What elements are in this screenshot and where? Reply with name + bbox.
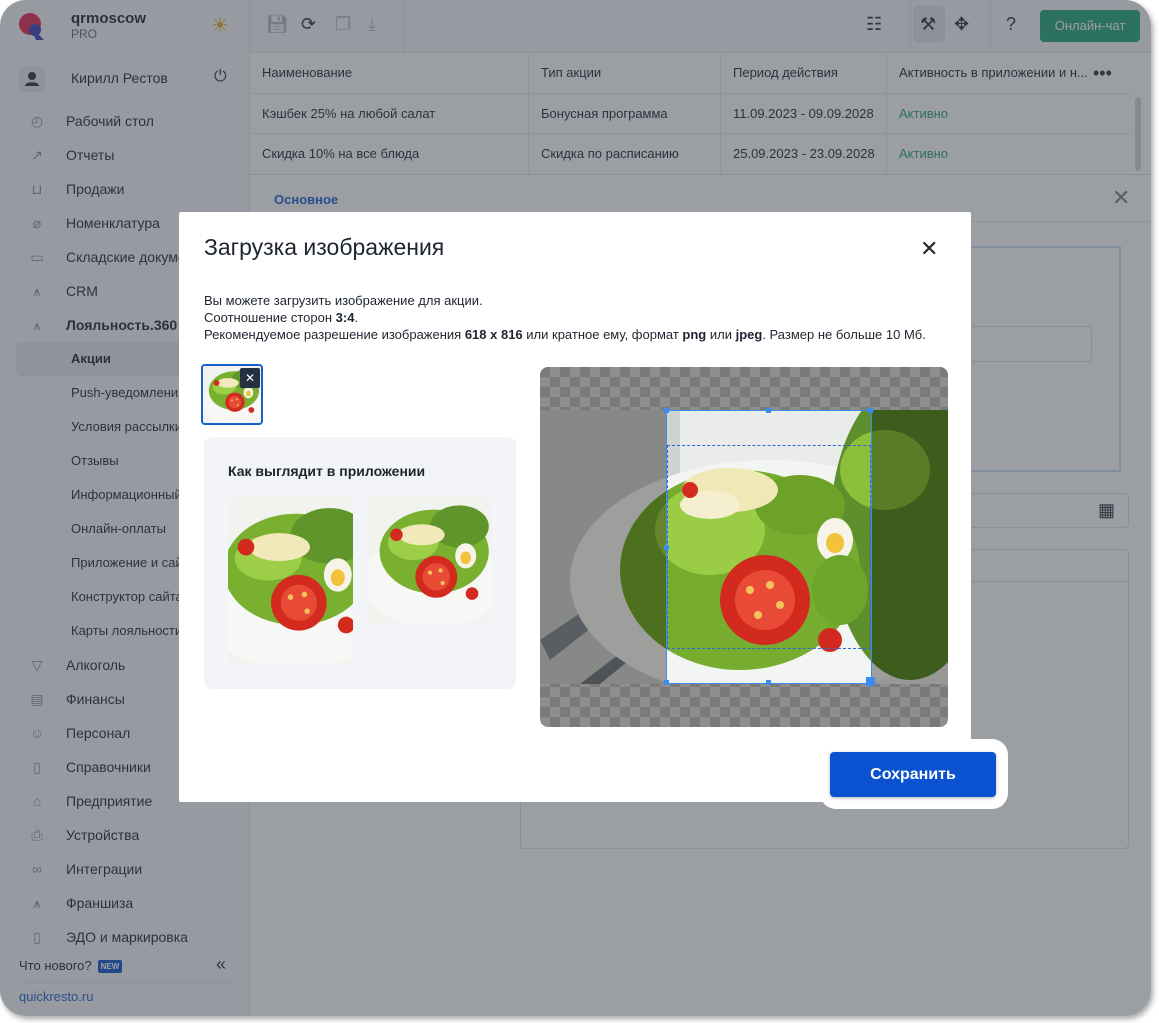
crop-selection[interactable] [664,408,875,686]
crop-mask-left [540,410,666,684]
desc-line: Рекомендуемое разрешение изображения 618… [204,326,926,343]
resolution: 618 x 816 [464,327,523,342]
salad-image [228,497,353,664]
desc-text: или [706,327,736,342]
app-preview: Как выглядит в приложении [204,437,516,689]
close-icon[interactable]: ✕ [920,238,938,260]
save-button[interactable]: Сохранить [830,752,996,797]
desc-line: Вы можете загрузить изображение для акци… [204,293,483,308]
preview-title: Как выглядит в приложении [228,463,426,479]
salad-image [368,497,492,623]
format-png: png [682,327,707,342]
crop-mask-right [872,410,948,684]
image-cropper[interactable] [540,367,948,727]
remove-image-icon[interactable]: ✕ [240,368,260,388]
aspect-ratio: 3:4 [335,310,355,325]
desc-line: Соотношение сторон 3:4. [204,309,926,326]
desc-text: Рекомендуемое разрешение изображения [204,327,465,342]
crop-handle[interactable] [664,545,669,550]
modal-description: Вы можете загрузить изображение для акци… [204,292,926,343]
crop-resize-handle[interactable] [866,677,875,686]
modal-title: Загрузка изображения [204,234,445,260]
preview-square-image [368,497,492,623]
desc-text: Соотношение сторон [204,310,336,325]
crop-handle[interactable] [664,680,669,685]
crop-handle[interactable] [664,408,669,413]
desc-text: или кратное ему, формат [522,327,683,342]
app-window: qrmoscow PRO ☀ Кирилл Рестов ⏻ ◴Рабочий … [0,0,1151,1016]
image-thumbnail[interactable]: ✕ [201,364,263,425]
crop-handle[interactable] [766,408,771,413]
crop-handle[interactable] [766,680,771,685]
crop-guide [667,445,871,649]
crop-handle[interactable] [868,408,873,413]
desc-text: . Размер не больше 10 Мб. [762,327,926,342]
desc-text: . [354,310,359,325]
image-upload-modal: Загрузка изображения ✕ Вы можете загрузи… [179,212,971,802]
preview-portrait-image [228,497,353,664]
format-jpeg: jpeg [735,327,763,342]
